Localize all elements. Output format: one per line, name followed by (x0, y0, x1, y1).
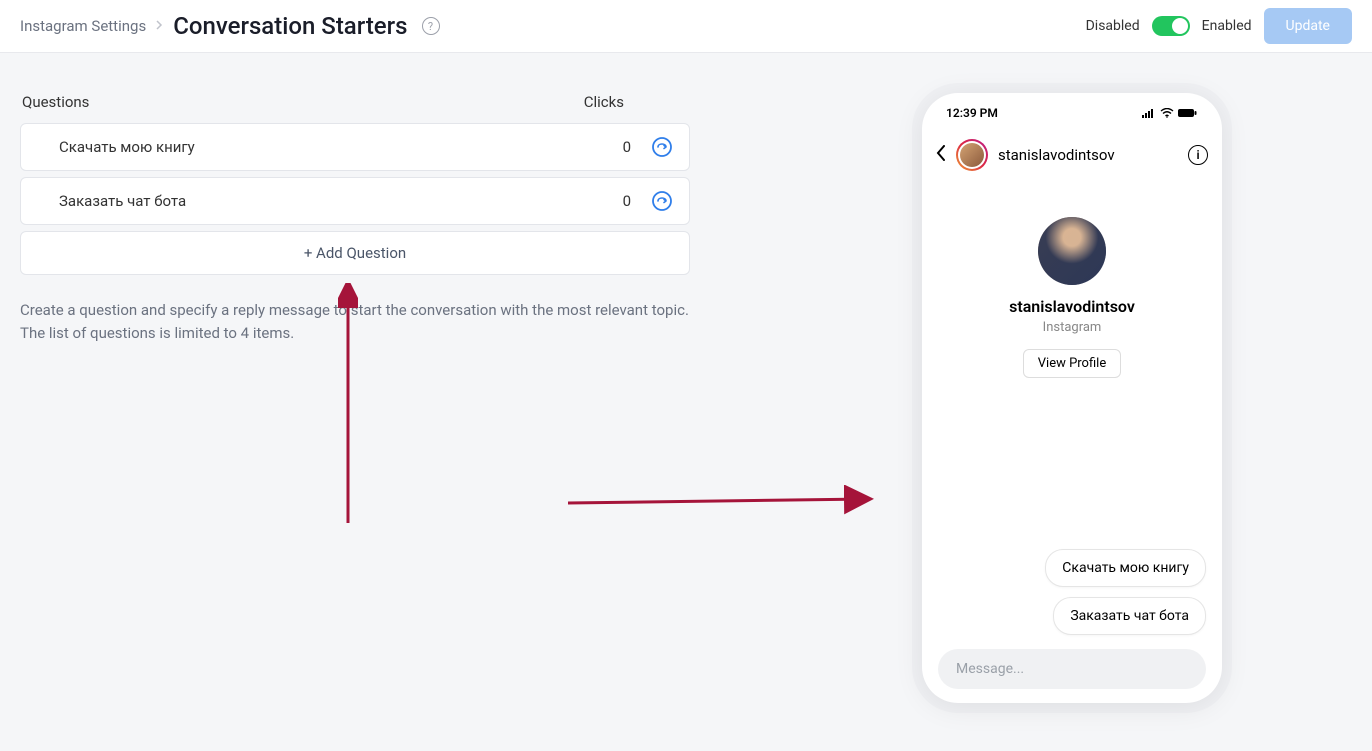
question-row[interactable]: Заказать чат бота 0 (20, 177, 690, 225)
questions-panel: Questions Clicks Скачать мою книгу 0 Зак… (20, 93, 690, 344)
profile-source: Instagram (1043, 320, 1102, 335)
toggle-label-enabled: Enabled (1202, 18, 1252, 34)
wifi-icon (1160, 108, 1174, 118)
questions-column-label: Questions (22, 93, 89, 111)
phone-chat-header: stanislavodintsov i (922, 133, 1222, 177)
question-text: Скачать мою книгу (59, 138, 195, 156)
battery-icon (1178, 108, 1198, 118)
starter-bubble[interactable]: Заказать чат бота (1053, 597, 1206, 635)
message-input[interactable] (938, 649, 1206, 689)
clicks-value: 0 (617, 138, 631, 156)
annotation-arrow-horizontal (568, 485, 878, 515)
phone-time: 12:39 PM (946, 106, 998, 120)
header-right: Disabled Enabled Update (1086, 8, 1352, 44)
reply-icon[interactable] (651, 136, 673, 158)
question-text: Заказать чат бота (59, 192, 186, 210)
profile-username: stanislavodintsov (1009, 297, 1135, 316)
starter-bubble[interactable]: Скачать мою книгу (1045, 549, 1206, 587)
update-button[interactable]: Update (1264, 8, 1352, 44)
question-row[interactable]: Скачать мою книгу 0 (20, 123, 690, 171)
enable-toggle[interactable] (1152, 16, 1190, 36)
help-line-2: The list of questions is limited to 4 it… (20, 322, 690, 345)
clicks-column-label: Clicks (584, 93, 624, 111)
back-icon[interactable] (936, 145, 946, 166)
starter-bubbles: Скачать мою книгу Заказать чат бота (1045, 549, 1206, 635)
header-left: Instagram Settings Conversation Starters… (20, 12, 440, 40)
help-line-1: Create a question and specify a reply me… (20, 299, 690, 322)
phone-status-bar: 12:39 PM (922, 93, 1222, 133)
content-area: Questions Clicks Скачать мою книгу 0 Зак… (0, 53, 1372, 384)
status-icons (1142, 108, 1198, 118)
reply-icon[interactable] (651, 190, 673, 212)
avatar-story-ring[interactable] (956, 139, 988, 171)
view-profile-button[interactable]: View Profile (1023, 349, 1121, 378)
avatar-large (1038, 217, 1106, 285)
phone-preview: 12:39 PM stanislavodintsov i stanislavod… (922, 93, 1222, 703)
chat-header-username[interactable]: stanislavodintsov (998, 146, 1178, 164)
signal-icon (1142, 108, 1156, 118)
help-icon[interactable]: ? (422, 17, 440, 35)
page-header: Instagram Settings Conversation Starters… (0, 0, 1372, 53)
question-row-right: 0 (617, 190, 673, 212)
breadcrumb-link[interactable]: Instagram Settings (20, 17, 146, 35)
add-question-button[interactable]: + Add Question (20, 231, 690, 275)
page-title: Conversation Starters (173, 12, 407, 40)
toggle-label-disabled: Disabled (1086, 18, 1140, 34)
avatar-small (960, 143, 984, 167)
toggle-knob (1172, 18, 1188, 34)
question-row-right: 0 (617, 136, 673, 158)
chevron-right-icon (156, 19, 163, 33)
table-header: Questions Clicks (20, 93, 690, 123)
clicks-value: 0 (617, 192, 631, 210)
phone-body: stanislavodintsov Instagram View Profile… (922, 177, 1222, 703)
help-text: Create a question and specify a reply me… (20, 299, 690, 344)
message-input-wrap (938, 649, 1206, 689)
info-icon[interactable]: i (1188, 145, 1208, 165)
